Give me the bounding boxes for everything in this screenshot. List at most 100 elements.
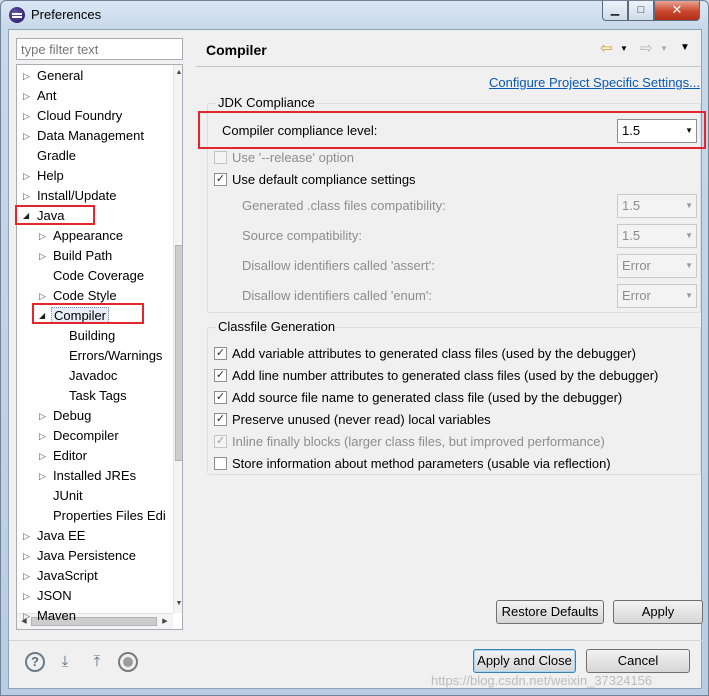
classfile-option-checkbox[interactable]: ✓ (214, 369, 227, 382)
classfile-option-checkbox[interactable]: ✓ (214, 347, 227, 360)
back-arrow-icon[interactable]: ⇦ (600, 39, 613, 57)
classfile-option-checkbox[interactable]: ✓ (214, 391, 227, 404)
apply-button[interactable]: Apply (613, 600, 703, 624)
collapsed-triangle-icon[interactable]: ▷ (23, 186, 33, 206)
classfile-option-row[interactable]: Store information about method parameter… (214, 454, 611, 474)
forward-arrow-icon[interactable]: ⇨ (640, 39, 653, 57)
disallow-enum-select[interactable]: Error ▼ (617, 284, 697, 308)
classfile-option-row[interactable]: ✓ Add variable attributes to generated cl… (214, 344, 636, 364)
tree-item[interactable]: ▷ General (23, 66, 85, 86)
collapsed-triangle-icon[interactable]: ▷ (23, 546, 33, 566)
release-option-checkbox[interactable] (214, 151, 227, 164)
maximize-button[interactable]: □ (628, 1, 654, 21)
collapsed-triangle-icon[interactable]: ▷ (23, 106, 33, 126)
source-compat-select[interactable]: 1.5 ▼ (617, 224, 697, 248)
generated-compat-value: 1.5 (622, 198, 641, 213)
tree-item[interactable]: ▷ Appearance (39, 226, 125, 246)
scroll-thumb[interactable] (175, 245, 182, 461)
back-menu-chevron-icon[interactable]: ▼ (620, 44, 628, 53)
classfile-option-label: Add variable attributes to generated cla… (232, 346, 636, 361)
tree-item[interactable]: ▷ Decompiler (39, 426, 121, 446)
collapsed-triangle-icon[interactable]: ▷ (39, 446, 49, 466)
export-icon[interactable]: ⤒ (87, 652, 107, 672)
view-menu-icon[interactable]: ▼ (680, 42, 690, 53)
tree-item-label: Ant (37, 88, 57, 103)
configure-project-settings-link[interactable]: Configure Project Specific Settings... (489, 75, 700, 90)
disallow-assert-select[interactable]: Error ▼ (617, 254, 697, 278)
title-separator (196, 66, 703, 67)
collapsed-triangle-icon[interactable]: ▷ (39, 246, 49, 266)
classfile-option-row[interactable]: ✓ Preserve unused (never read) local vari… (214, 410, 491, 430)
default-compliance-checkbox[interactable]: ✓ (214, 173, 227, 186)
restore-defaults-button[interactable]: Restore Defaults (496, 600, 604, 624)
tree-item[interactable]: ▷ Data Management (23, 126, 146, 146)
record-icon[interactable] (118, 652, 138, 672)
minimize-button[interactable]: ▁ (602, 1, 628, 21)
forward-menu-chevron-icon[interactable]: ▼ (660, 44, 668, 53)
collapsed-triangle-icon[interactable]: ▷ (23, 66, 33, 86)
preference-tree: ▲ ▼ ◀ ▶ ▷ General ▷ Ant ▷ Cloud Foundry ▷ Data … (16, 64, 183, 630)
tree-item[interactable]: ▷ Install/Update (23, 186, 119, 206)
collapsed-triangle-icon[interactable]: ▷ (39, 406, 49, 426)
tree-item[interactable]: ▷ Help (23, 166, 66, 186)
classfile-option-row[interactable]: ✓ Inline finally blocks (larger class fil… (214, 432, 605, 452)
scroll-right-icon[interactable]: ▶ (159, 614, 171, 629)
tree-item-label: Decompiler (53, 428, 119, 443)
tree-item[interactable]: Code Coverage (39, 266, 146, 286)
collapsed-triangle-icon[interactable]: ▷ (23, 126, 33, 146)
collapsed-triangle-icon[interactable]: ▷ (39, 226, 49, 246)
tree-item[interactable]: Errors/Warnings (55, 346, 164, 366)
close-button[interactable]: ✕ (654, 1, 700, 21)
tree-item[interactable]: ▷ Build Path (39, 246, 114, 266)
collapsed-triangle-icon[interactable]: ▷ (23, 566, 33, 586)
tree-item[interactable]: ▷ Maven (23, 606, 78, 626)
collapsed-triangle-icon[interactable]: ▷ (23, 166, 33, 186)
help-icon[interactable]: ? (25, 652, 45, 672)
tree-item[interactable]: ▷ Installed JREs (39, 466, 138, 486)
collapsed-triangle-icon[interactable]: ▷ (23, 586, 33, 606)
collapsed-triangle-icon[interactable]: ▷ (23, 526, 33, 546)
cancel-button[interactable]: Cancel (586, 649, 690, 673)
collapsed-triangle-icon[interactable]: ▷ (23, 86, 33, 106)
tree-item[interactable]: ▷ Java EE (23, 526, 87, 546)
tree-item[interactable]: Properties Files Edi (39, 506, 168, 526)
scroll-down-icon[interactable]: ▼ (174, 598, 182, 610)
classfile-option-checkbox[interactable] (214, 457, 227, 470)
tree-item-label: Properties Files Edi (53, 508, 166, 523)
tree-item[interactable]: ▷ Ant (23, 86, 59, 106)
tree-vertical-scrollbar[interactable]: ▲ ▼ (173, 65, 182, 613)
tree-item[interactable]: ▷ JavaScript (23, 566, 100, 586)
tree-item[interactable]: ▷ Debug (39, 406, 93, 426)
filter-input[interactable] (16, 38, 183, 60)
release-option-row[interactable]: Use '--release' option (214, 148, 354, 168)
collapsed-triangle-icon[interactable]: ▷ (23, 606, 33, 626)
title-bar[interactable]: Preferences ▁ □ ✕ (1, 1, 708, 29)
classfile-group-title: Classfile Generation (216, 319, 338, 334)
tree-item[interactable]: JUnit (39, 486, 85, 506)
apply-and-close-button[interactable]: Apply and Close (473, 649, 576, 673)
collapsed-triangle-icon[interactable]: ▷ (39, 426, 49, 446)
classfile-option-checkbox[interactable]: ✓ (214, 435, 227, 448)
tree-item[interactable]: ▷ Cloud Foundry (23, 106, 124, 126)
classfile-option-row[interactable]: ✓ Add source file name to generated class… (214, 388, 622, 408)
classfile-option-row[interactable]: ✓ Add line number attributes to generated… (214, 366, 658, 386)
tree-item-label: Editor (53, 448, 87, 463)
splitter-sash[interactable] (191, 30, 195, 640)
import-icon[interactable]: ⤓ (55, 652, 75, 672)
tree-item[interactable]: Javadoc (55, 366, 119, 386)
tree-item[interactable]: Gradle (23, 146, 78, 166)
default-compliance-label: Use default compliance settings (232, 172, 416, 187)
tree-item[interactable]: ▷ Editor (39, 446, 89, 466)
source-compat-value: 1.5 (622, 228, 641, 243)
tree-item-label: Code Style (53, 288, 117, 303)
default-compliance-row[interactable]: ✓ Use default compliance settings (214, 170, 416, 190)
classfile-option-checkbox[interactable]: ✓ (214, 413, 227, 426)
tree-item[interactable]: ▷ Java Persistence (23, 546, 138, 566)
tree-item[interactable]: ▷ JSON (23, 586, 74, 606)
scroll-up-icon[interactable]: ▲ (174, 67, 182, 79)
tree-item[interactable]: Building (55, 326, 117, 346)
tree-item[interactable]: Task Tags (55, 386, 129, 406)
collapsed-triangle-icon[interactable]: ▷ (39, 466, 49, 486)
generated-compat-select[interactable]: 1.5 ▼ (617, 194, 697, 218)
classfile-option-label: Add source file name to generated class … (232, 390, 623, 405)
